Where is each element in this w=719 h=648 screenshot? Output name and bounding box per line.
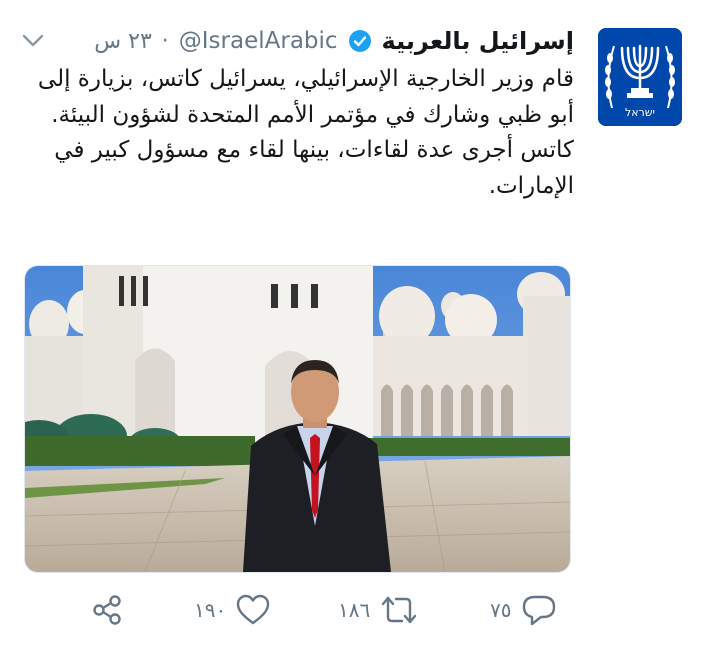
share-icon — [90, 593, 124, 627]
share-action[interactable] — [90, 593, 124, 627]
tweet-photo[interactable] — [24, 265, 571, 573]
menorah-emblem-icon: ישראל — [598, 28, 682, 126]
separator-dot: · — [161, 28, 169, 54]
like-icon — [236, 594, 270, 626]
like-count: ١٩٠ — [194, 598, 227, 622]
retweet-icon — [380, 595, 418, 625]
retweet-action[interactable]: ١٨٦ — [338, 595, 418, 625]
tweet-actions: ١٩٠ ١٨٦ ٧٥ — [20, 590, 571, 630]
reply-icon — [521, 594, 557, 626]
account-handle[interactable]: @IsraelArabic — [179, 28, 338, 54]
verified-badge-icon — [348, 29, 372, 53]
profile-avatar[interactable]: ישראל — [598, 28, 682, 126]
tweet-paragraph-1: قام وزير الخارجية الإسرائيلي، يسرائيل كا… — [37, 66, 574, 128]
like-action[interactable]: ١٩٠ — [194, 594, 270, 626]
reply-action[interactable]: ٧٥ — [490, 594, 557, 626]
reply-count: ٧٥ — [490, 598, 512, 622]
tweet-header: إسرائيل بالعربية @IsraelArabic · ٢٣ س — [20, 22, 574, 60]
tweet-paragraph-2: كاتس أجرى عدة لقاءات، بينها لقاء مع مسؤو… — [54, 137, 574, 199]
retweet-count: ١٨٦ — [338, 598, 371, 622]
tweet-card[interactable]: ישראל إسرائيل بالعربية @IsraelArabic · ٢… — [0, 0, 719, 648]
tweet-timestamp[interactable]: ٢٣ س — [94, 29, 152, 54]
account-name[interactable]: إسرائيل بالعربية — [382, 27, 574, 55]
chevron-down-icon[interactable] — [20, 28, 46, 54]
avatar-caption: ישראל — [625, 106, 655, 119]
tweet-text: قام وزير الخارجية الإسرائيلي، يسرائيل كا… — [14, 62, 574, 204]
